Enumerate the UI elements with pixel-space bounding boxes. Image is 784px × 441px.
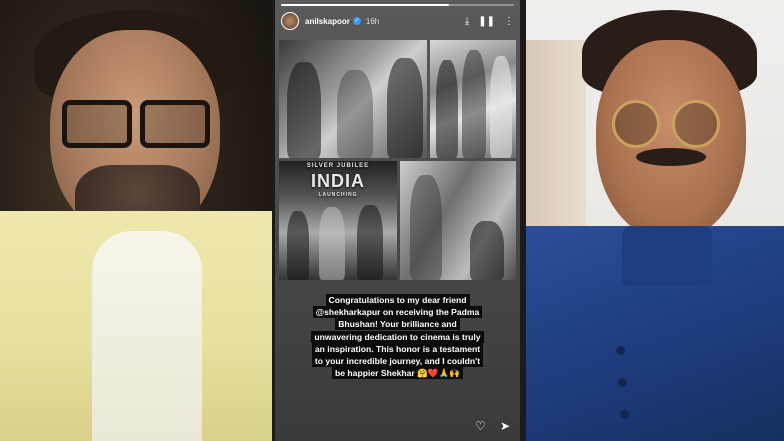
- mustache: [636, 148, 706, 166]
- story-footer: ♡ ➤: [475, 419, 510, 433]
- banner-top: SILVER JUBILEE: [306, 163, 370, 169]
- verified-badge-icon: ✓: [352, 17, 361, 25]
- collage-photo-3: SILVER JUBILEE INDIA LAUNCHING: [279, 161, 397, 280]
- jacket-button: [620, 410, 629, 419]
- caption-line: Bhushan! Your brilliance and: [335, 318, 460, 331]
- story-header: anilskapoor ✓ 16h ⤓ ❚❚ ⋮: [281, 10, 514, 32]
- caption-line: an inspiration. This honor is a testamen…: [311, 342, 484, 355]
- banner-sub: LAUNCHING: [318, 192, 358, 198]
- story-username[interactable]: anilskapoor: [305, 17, 350, 26]
- collage-photo-4: [400, 161, 516, 280]
- photo-collage: SILVER JUBILEE INDIA LAUNCHING: [279, 40, 516, 280]
- caption-line: Congratulations to my dear friend: [325, 294, 470, 306]
- caption-line: unwavering dedication to cinema is truly: [311, 330, 484, 343]
- glasses-icon: [62, 100, 210, 148]
- collage-photo-1: [279, 40, 427, 158]
- round-glasses-left-icon: [612, 100, 660, 148]
- caption-line: @shekharkapur on receiving the Padma: [312, 306, 483, 319]
- story-caption: Congratulations to my dear friend @shekh…: [289, 294, 506, 380]
- story-progress-fill: [281, 4, 449, 6]
- banner-main: INDIA: [311, 171, 365, 191]
- jacket-button: [616, 346, 625, 355]
- left-portrait-photo: [0, 0, 272, 441]
- round-glasses-right-icon: [672, 100, 720, 148]
- instagram-story[interactable]: anilskapoor ✓ 16h ⤓ ❚❚ ⋮ SILVER JUBILEE …: [275, 0, 520, 441]
- collage-photo-2: [430, 40, 516, 158]
- story-time: 16h: [365, 16, 380, 26]
- jacket-collar: [622, 226, 712, 286]
- pause-icon[interactable]: ❚❚: [478, 16, 495, 27]
- story-progress-bar: [281, 4, 514, 6]
- caption-line: be happier Shekhar 🤗❤️🙏🙌: [332, 367, 463, 380]
- avatar[interactable]: [281, 12, 299, 30]
- white-undershirt: [92, 231, 202, 441]
- caption-line: to your incredible journey, and I couldn…: [311, 355, 484, 368]
- right-portrait-photo: [526, 0, 784, 441]
- jacket-button: [618, 378, 627, 387]
- heart-icon[interactable]: ♡: [475, 419, 486, 433]
- send-icon[interactable]: ➤: [500, 419, 510, 433]
- download-icon[interactable]: ⤓: [465, 16, 469, 27]
- more-icon[interactable]: ⋮: [504, 16, 514, 27]
